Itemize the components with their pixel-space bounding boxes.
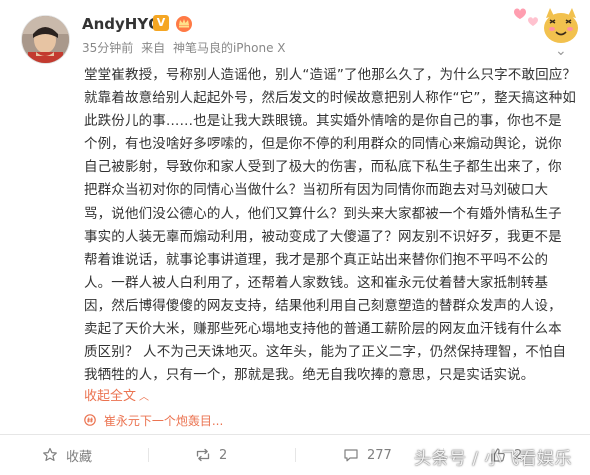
content-line: 骂，说他们没公德心的人，他们又算什么？到头来大家都被一个有婚外情私生子 bbox=[84, 205, 562, 222]
topic-link[interactable]: 崔永元下一个炮轰目... bbox=[84, 412, 223, 430]
crown-badge-icon bbox=[176, 16, 192, 32]
post-source-prefix: 来自 bbox=[141, 41, 166, 55]
content-line: 堂堂崔教授，号称别人造谣他，别人“造谣”了他那么久了，为什么只字不敢回应？ bbox=[84, 67, 577, 83]
topic-icon bbox=[84, 414, 100, 428]
post-meta: 35分钟前 来自 神笔马良的iPhone X bbox=[82, 40, 290, 56]
vip-v-icon: V bbox=[153, 15, 169, 31]
content-line: 事实的人装无辜而煽动利用，被动变成了大傻逼了？网友别不识好歹，我更不是 bbox=[84, 228, 562, 245]
star-icon bbox=[43, 447, 57, 461]
watermark: 头条号 / 小飞看娱乐 bbox=[414, 449, 573, 469]
avatar[interactable] bbox=[22, 16, 69, 63]
comment-button[interactable]: 277 bbox=[343, 435, 392, 475]
content-line: 卖起了天价大米，赚那些死心塌地支持他的普通工薪阶层的网友血汗钱有什么本 bbox=[84, 321, 562, 338]
collapse-up-icon: ︿ bbox=[139, 392, 150, 403]
content-line: 我牺牲的人，只有一个，那就是我。绝无自我吹捧的意思，只是实话实说。 bbox=[84, 367, 535, 384]
avatar-image bbox=[22, 16, 69, 63]
content-line: 质区别？ 人不为己天诛地灭。这年头，能为了正义二字，仍然保持理智，不怕自 bbox=[84, 344, 567, 361]
post-content: 堂堂崔教授，号称别人造谣他，别人“造谣”了他那么久了，为什么只字不敢回应？ 就靠… bbox=[84, 64, 582, 387]
collapse-label: 收起全文 bbox=[84, 389, 137, 404]
content-line: 个例，有也没啥好多啰嗦的，但是你不停的利用群众的同情心来煽动舆论，说你 bbox=[84, 136, 562, 153]
post-time: 35分钟前 bbox=[82, 41, 134, 55]
comment-icon bbox=[344, 449, 358, 462]
content-line: 把群众当初对你的同情心当做什么？当初所有因为同情你而跑去对马刘破口大 bbox=[84, 182, 549, 199]
comment-count: 277 bbox=[367, 447, 392, 463]
collapse-full-text-link[interactable]: 收起全文 ︿ bbox=[84, 388, 149, 407]
topic-label: 崔永元下一个炮轰目... bbox=[103, 414, 224, 428]
action-separator bbox=[148, 448, 149, 462]
content-line: 自己被影射，导致你和家人受到了极大的伤害，而私底下私生子都生出来了，你 bbox=[84, 159, 562, 176]
repost-count: 2 bbox=[219, 447, 228, 463]
repost-icon bbox=[196, 448, 210, 462]
favorite-button[interactable]: 收藏 bbox=[42, 435, 92, 475]
content-line: 就靠着故意给别人起起外号，然后发文的时候故意把别人称作“它”，整天搞这种如 bbox=[84, 90, 577, 107]
favorite-label: 收藏 bbox=[66, 449, 93, 465]
post-source[interactable]: 神笔马良的iPhone X bbox=[173, 41, 286, 55]
content-line: 此跌份儿的事……也是让我大跌眼镜。其实婚外情啥的是你自己的事，你也不是 bbox=[84, 113, 562, 130]
repost-button[interactable]: 2 bbox=[195, 435, 227, 475]
sticker-icon bbox=[514, 8, 578, 43]
username[interactable]: AndyHYQ bbox=[82, 14, 161, 34]
content-line: 人。一群人被人白利用了，还帮着人家数钱。这和崔永元仗着替大家抵制转基 bbox=[84, 274, 549, 291]
content-line: 因，然后博得傻傻的网友支持，结果他利用自己刻意塑造的替群众发声的人设， bbox=[84, 297, 562, 314]
content-line: 帮着谁说话，就事论事讲道理，我才是那个真正站出来替你们抱不平吗不公的 bbox=[84, 251, 549, 268]
chevron-down-icon[interactable]: ⌄ bbox=[555, 44, 567, 58]
action-separator bbox=[295, 448, 296, 462]
